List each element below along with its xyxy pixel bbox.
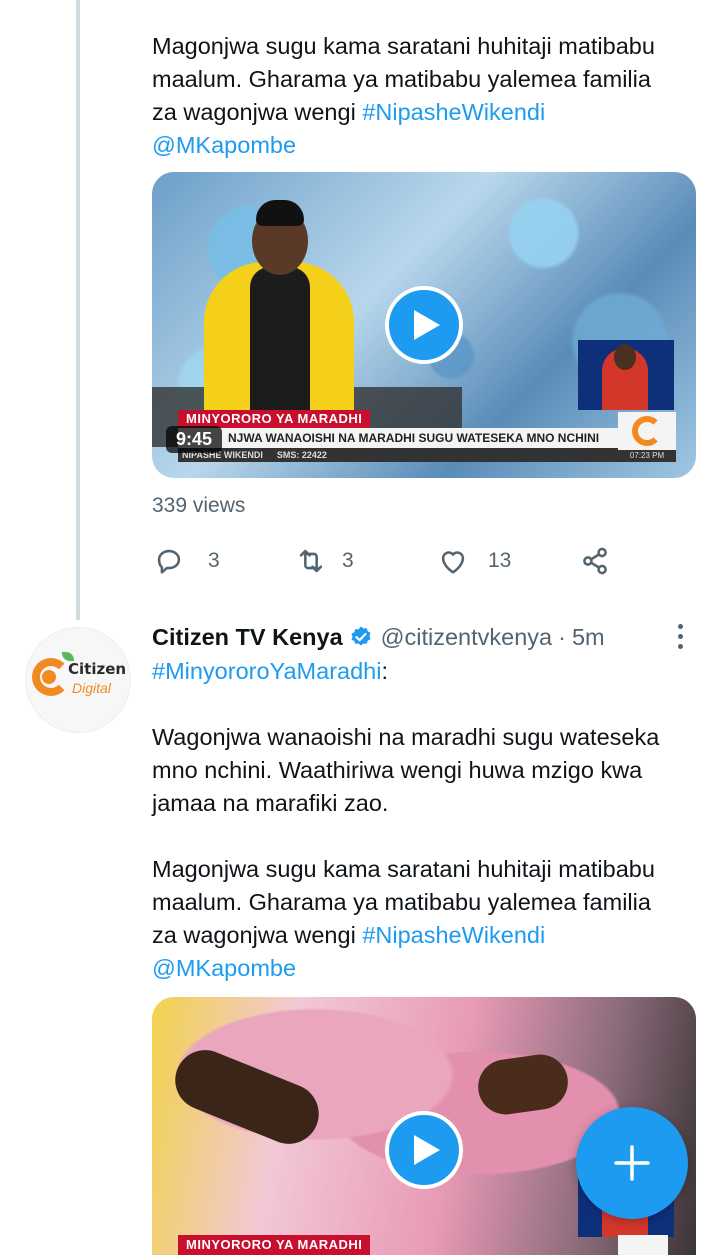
mention-link[interactable]: @MKapombe bbox=[152, 132, 296, 158]
tweet-text-fragment: : bbox=[381, 658, 388, 684]
tweet-text-line: maalum. Gharama ya matibabu yalemea fami… bbox=[152, 66, 651, 92]
author-handle[interactable]: @citizentvkenya bbox=[381, 624, 552, 651]
hashtag-link[interactable]: #NipasheWikendi bbox=[362, 922, 545, 948]
hashtag-link[interactable]: #MinyororoYaMaradhi bbox=[152, 658, 381, 684]
video-duration: 9:45 bbox=[166, 426, 223, 453]
compose-tweet-button[interactable] bbox=[576, 1107, 688, 1219]
like-button[interactable]: 13 bbox=[436, 540, 511, 582]
logo-text: Digital bbox=[72, 680, 111, 696]
tweet-text-line: za wagonjwa wengi #NipasheWikendi bbox=[152, 96, 702, 129]
tweet-text-line: @MKapombe bbox=[152, 952, 702, 985]
reply-icon bbox=[157, 549, 181, 574]
tweet-text-line: @MKapombe bbox=[152, 129, 702, 162]
logo-text: Citizen bbox=[68, 660, 127, 678]
tweet-text-line: za wagonjwa wengi #NipasheWikendi bbox=[152, 919, 702, 952]
separator-dot: · bbox=[558, 623, 566, 650]
timestamp[interactable]: 5m bbox=[572, 624, 605, 651]
share-icon bbox=[583, 547, 607, 575]
sms-number: SMS: 22422 bbox=[276, 450, 327, 460]
avatar[interactable]: Citizen Digital bbox=[25, 627, 131, 733]
more-icon bbox=[677, 633, 683, 639]
tweet-text-line: Magonjwa sugu kama saratani huhitaji mat… bbox=[152, 33, 655, 59]
video-thumbnail[interactable]: MINYORORO YA MARADHI NJWA WANAOISHI NA M… bbox=[152, 172, 696, 478]
tweet-text: #MinyororoYaMaradhi: Wagonjwa wanaoishi … bbox=[152, 655, 702, 985]
tweet-text-line: Magonjwa sugu kama saratani huhitaji mat… bbox=[152, 856, 655, 882]
channel-logo-icon bbox=[618, 412, 676, 450]
share-button[interactable] bbox=[578, 540, 612, 582]
video-scene-hand bbox=[474, 1051, 572, 1118]
broadcast-clock: 07:23 PM bbox=[618, 450, 676, 462]
tweet-paragraph: Wagonjwa wanaoishi na maradhi sugu wates… bbox=[152, 724, 660, 816]
retweet-button[interactable]: 3 bbox=[294, 540, 354, 582]
more-icon bbox=[677, 643, 683, 649]
more-options-button[interactable] bbox=[664, 620, 696, 652]
tweet-actions: 3 3 13 bbox=[152, 540, 702, 582]
thread-connector-line bbox=[76, 0, 80, 620]
news-anchor-figure bbox=[256, 200, 304, 226]
hashtag-link[interactable]: #NipasheWikendi bbox=[362, 99, 545, 125]
play-icon bbox=[414, 1135, 440, 1165]
play-button[interactable] bbox=[385, 1111, 463, 1189]
retweet-count: 3 bbox=[342, 549, 354, 572]
like-count: 13 bbox=[488, 549, 512, 572]
tweet-header: Citizen TV Kenya @citizentvkenya · 5m bbox=[152, 620, 605, 654]
news-banner-caption: NJWA WANAOISHI NA MARADHI SUGU WATESEKA … bbox=[178, 428, 618, 448]
channel-logo-icon bbox=[618, 1235, 668, 1255]
play-icon bbox=[414, 310, 440, 340]
tweet-text-line: maalum. Gharama ya matibabu yalemea fami… bbox=[152, 889, 651, 915]
sign-language-interpreter bbox=[614, 344, 636, 370]
verified-badge-icon bbox=[351, 626, 371, 646]
reply-count: 3 bbox=[208, 549, 220, 572]
sign-language-inset bbox=[578, 340, 674, 410]
news-banner-title: MINYORORO YA MARADHI bbox=[178, 1235, 371, 1255]
tweet-text: Magonjwa sugu kama saratani huhitaji mat… bbox=[152, 30, 702, 162]
tweet-text-fragment: za wagonjwa wengi bbox=[152, 922, 363, 948]
retweet-icon bbox=[299, 549, 323, 573]
view-count: 339 views bbox=[152, 494, 246, 517]
video-scene-arm bbox=[166, 1041, 328, 1153]
reply-button[interactable]: 3 bbox=[152, 540, 220, 582]
tweet-text-fragment: za wagonjwa wengi bbox=[152, 99, 363, 125]
play-button[interactable] bbox=[385, 286, 463, 364]
tweet-text-line: #MinyororoYaMaradhi: bbox=[152, 655, 702, 688]
plus-icon bbox=[614, 1145, 650, 1181]
news-banner-ticker: NIPASHE WIKENDI SMS: 22422 bbox=[178, 448, 618, 462]
more-icon bbox=[677, 623, 683, 629]
author-name[interactable]: Citizen TV Kenya bbox=[152, 624, 343, 651]
mention-link[interactable]: @MKapombe bbox=[152, 955, 296, 981]
heart-icon bbox=[441, 551, 465, 574]
citizen-digital-logo-icon: Citizen Digital bbox=[28, 650, 128, 710]
